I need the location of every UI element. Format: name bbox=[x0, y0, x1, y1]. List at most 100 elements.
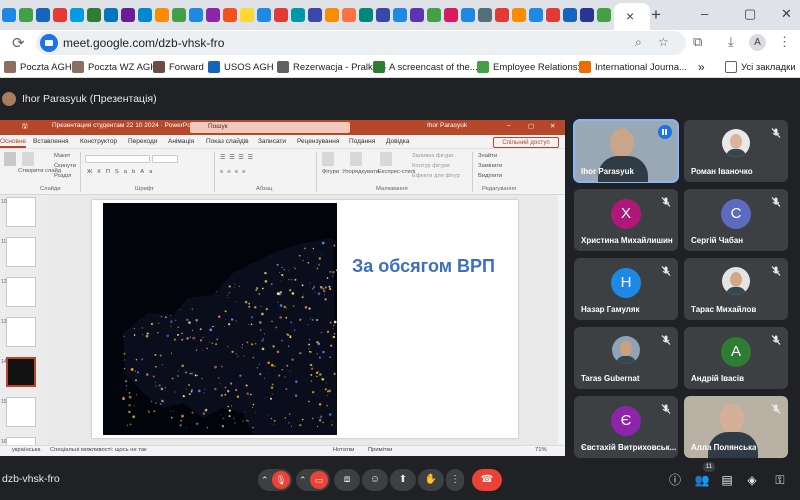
city-light bbox=[171, 352, 173, 354]
pinned-tab-favicon[interactable] bbox=[53, 8, 67, 22]
pinned-tab-favicon[interactable] bbox=[529, 8, 543, 22]
present-button[interactable]: ⬆ bbox=[390, 469, 416, 491]
kebab-menu-icon[interactable]: ⋮ bbox=[778, 34, 791, 50]
pinned-tab-favicon[interactable] bbox=[393, 8, 407, 22]
pinned-tab-favicon[interactable] bbox=[155, 8, 169, 22]
pinned-tab-favicon[interactable] bbox=[138, 8, 152, 22]
active-tab[interactable]: × bbox=[614, 3, 650, 30]
pinned-tab-favicon[interactable] bbox=[19, 8, 33, 22]
pinned-tab-favicon[interactable] bbox=[325, 8, 339, 22]
pinned-tab-favicon[interactable] bbox=[359, 8, 373, 22]
participant-tile[interactable]: С Сергій Чабан bbox=[684, 189, 788, 251]
city-light bbox=[154, 353, 157, 356]
leave-call-button[interactable]: ☎ bbox=[472, 469, 502, 491]
pinned-tab-favicon[interactable] bbox=[461, 8, 475, 22]
profile-avatar[interactable]: A bbox=[749, 34, 766, 51]
pinned-tab-favicon[interactable] bbox=[580, 8, 594, 22]
bookmark-item[interactable]: Rezerwacja - Pralka 6 bbox=[277, 60, 386, 74]
activities-icon[interactable]: ◈ bbox=[743, 471, 761, 489]
city-light bbox=[329, 356, 332, 359]
pinned-tab-favicon[interactable] bbox=[563, 8, 577, 22]
more-options-button[interactable]: ⋮ bbox=[446, 469, 464, 491]
pinned-tab-favicon[interactable] bbox=[70, 8, 84, 22]
zoom-search-icon[interactable]: ⌕ bbox=[635, 35, 642, 50]
close-window-button[interactable]: ✕ bbox=[781, 6, 792, 22]
pinned-tab-favicon[interactable] bbox=[342, 8, 356, 22]
captions-button[interactable]: ⧈ bbox=[334, 469, 360, 491]
participant-tile[interactable]: Алла Полянська bbox=[684, 396, 788, 458]
camera-off-icon[interactable]: ▭ bbox=[310, 471, 328, 489]
city-light bbox=[195, 422, 199, 426]
bookmark-item[interactable]: Employee Relations:... bbox=[477, 60, 588, 74]
pinned-tab-favicon[interactable] bbox=[172, 8, 186, 22]
bookmark-item[interactable]: International Journa... bbox=[579, 60, 687, 74]
pinned-tab-favicon[interactable] bbox=[87, 8, 101, 22]
mic-off-icon[interactable]: 🎙 bbox=[272, 471, 290, 489]
pinned-tab-favicon[interactable] bbox=[257, 8, 271, 22]
city-light bbox=[145, 334, 149, 338]
meeting-info-icon[interactable]: ⓘ bbox=[666, 471, 684, 489]
pinned-tab-favicon[interactable] bbox=[36, 8, 50, 22]
bookmark-item[interactable]: Forward bbox=[153, 60, 204, 74]
bookmark-favicon-icon bbox=[72, 61, 84, 73]
pinned-tab-favicon[interactable] bbox=[291, 8, 305, 22]
download-icon[interactable]: ⤓ bbox=[728, 34, 734, 50]
pinned-tab-favicon[interactable] bbox=[546, 8, 560, 22]
pinned-tab-favicon[interactable] bbox=[427, 8, 441, 22]
address-bar[interactable]: meet.google.com/dzb-vhsk-fro ⌕ ☆ bbox=[36, 31, 686, 55]
pinned-tab-favicon[interactable] bbox=[189, 8, 203, 22]
pinned-tab-favicon[interactable] bbox=[308, 8, 322, 22]
participant-tile[interactable]: Тарас Михайлов bbox=[684, 258, 788, 320]
bookmark-item[interactable]: A screencast of the... bbox=[373, 60, 478, 74]
close-tab-icon[interactable]: × bbox=[626, 8, 634, 24]
pinned-tab-favicon[interactable] bbox=[512, 8, 526, 22]
bookmark-item[interactable]: USOS AGH bbox=[208, 60, 274, 74]
participant-tile[interactable]: Н Назар Гамуляк bbox=[574, 258, 678, 320]
pinned-tab-favicon[interactable] bbox=[121, 8, 135, 22]
bookmark-item[interactable]: Poczta WZ AGH bbox=[72, 60, 157, 74]
maximize-button[interactable]: ▢ bbox=[744, 6, 756, 22]
mic-options-button[interactable]: ⌃ 🎙 bbox=[258, 469, 292, 491]
participant-tile[interactable]: Роман Іваночко bbox=[684, 120, 788, 182]
city-light bbox=[277, 301, 279, 303]
pinned-tab-favicon[interactable] bbox=[495, 8, 509, 22]
all-bookmarks[interactable]: Усі закладки bbox=[725, 60, 796, 74]
camera-options-button[interactable]: ⌃ ▭ bbox=[296, 469, 330, 491]
bookmark-item[interactable]: Poczta AGH bbox=[4, 60, 72, 74]
bookmarks-overflow[interactable]: » bbox=[698, 60, 705, 74]
pinned-tab-favicon[interactable] bbox=[376, 8, 390, 22]
participant-tile[interactable]: Ihor Parasyuk bbox=[573, 119, 679, 183]
emoji-button[interactable]: ☺ bbox=[362, 469, 388, 491]
url-text[interactable]: meet.google.com/dzb-vhsk-fro bbox=[63, 36, 224, 50]
bookmark-star-icon[interactable]: ☆ bbox=[658, 35, 669, 49]
pinned-tab-favicon[interactable] bbox=[223, 8, 237, 22]
participant-tile[interactable]: Taras Gubernat bbox=[574, 327, 678, 389]
extensions-icon[interactable]: ⧉ bbox=[693, 34, 702, 50]
chat-icon[interactable]: ▤ bbox=[718, 471, 736, 489]
city-light bbox=[333, 333, 336, 335]
reload-icon[interactable]: ⟳ bbox=[12, 34, 25, 52]
pinned-tab-favicon[interactable] bbox=[444, 8, 458, 22]
pinned-tab-favicon[interactable] bbox=[104, 8, 118, 22]
participant-tile[interactable]: Х Христина Михайлишин bbox=[574, 189, 678, 251]
site-info-icon[interactable] bbox=[40, 34, 58, 52]
participant-tile[interactable]: А Андрій Івасів bbox=[684, 327, 788, 389]
people-icon[interactable]: 👥 bbox=[693, 471, 711, 489]
city-light bbox=[325, 382, 327, 384]
raise-hand-button[interactable]: ✋ bbox=[418, 469, 444, 491]
pinned-tab-favicon[interactable] bbox=[240, 8, 254, 22]
pinned-tab-favicon[interactable] bbox=[478, 8, 492, 22]
pinned-tab-favicon[interactable] bbox=[206, 8, 220, 22]
pinned-tab-favicon[interactable] bbox=[2, 8, 16, 22]
city-light bbox=[261, 287, 264, 290]
new-tab-button[interactable]: + bbox=[651, 5, 661, 25]
minimize-button[interactable]: – bbox=[701, 6, 708, 21]
city-light bbox=[287, 365, 289, 367]
city-light bbox=[123, 352, 126, 355]
participant-tile[interactable]: Є Євстахій Витриховськ... bbox=[574, 396, 678, 458]
city-light bbox=[279, 272, 281, 274]
pinned-tab-favicon[interactable] bbox=[410, 8, 424, 22]
pinned-tab-favicon[interactable] bbox=[274, 8, 288, 22]
pinned-tab-favicon[interactable] bbox=[597, 8, 611, 22]
host-controls-icon[interactable]: ⚿ bbox=[771, 471, 789, 489]
